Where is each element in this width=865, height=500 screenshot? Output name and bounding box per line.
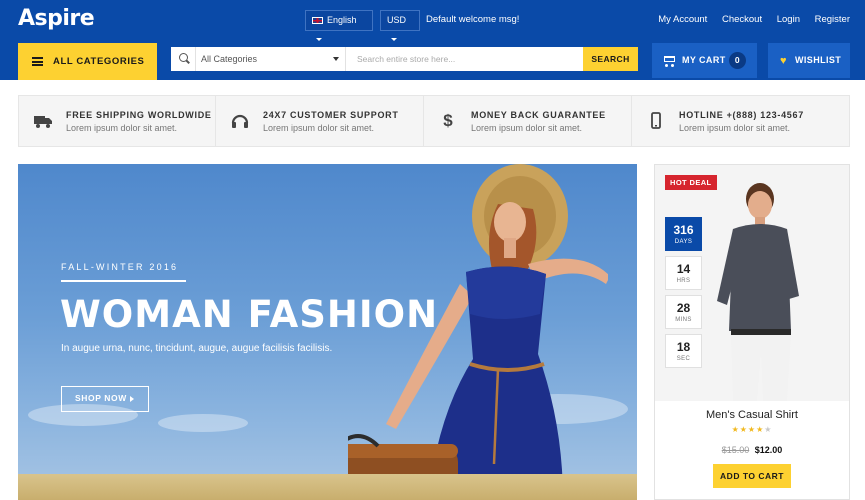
countdown-days: 316 DAYS	[665, 217, 702, 251]
hero-divider	[61, 280, 186, 282]
search-input[interactable]: Search entire store here...	[357, 47, 587, 71]
cart-count-badge: 0	[729, 52, 746, 69]
uk-flag-icon	[312, 17, 323, 25]
star-icon: ★	[739, 425, 748, 434]
feature-subtitle: Lorem ipsum dolor sit amet.	[471, 123, 583, 133]
chevron-down-icon	[391, 38, 397, 42]
old-price: $15.00	[721, 445, 750, 455]
wishlist-button[interactable]: ♥ WISHLIST	[768, 43, 850, 78]
welcome-message: Default welcome msg!	[426, 14, 520, 25]
countdown-label: SEC	[676, 356, 691, 362]
shop-now-button[interactable]: SHOP NOW	[61, 386, 149, 412]
new-price: $12.00	[754, 445, 783, 455]
product-rating: ★★★★★	[655, 425, 849, 434]
feature-subtitle: Lorem ipsum dolor sit amet.	[66, 123, 178, 133]
star-icon: ★	[747, 425, 757, 434]
search-bar: All Categories Search entire store here.…	[171, 47, 638, 71]
features-strip: FREE SHIPPING WORLDWIDE Lorem ipsum dolo…	[18, 95, 850, 147]
register-link[interactable]: Register	[815, 14, 850, 25]
logo[interactable]: Aspire	[18, 6, 95, 31]
countdown-value: 14	[676, 262, 691, 276]
chevron-right-icon	[130, 396, 134, 402]
my-account-link[interactable]: My Account	[658, 14, 707, 25]
site-header: Aspire English USD Default welcome msg! …	[0, 0, 865, 80]
feature-item: HOTLINE +(888) 123-4567 Lorem ipsum dolo…	[632, 96, 849, 146]
cloud-shape	[158, 414, 248, 432]
language-select[interactable]: English	[305, 10, 373, 42]
shop-now-label: SHOP NOW	[75, 393, 127, 403]
all-categories-label: ALL CATEGORIES	[53, 56, 145, 67]
truck-icon	[33, 111, 53, 131]
feature-subtitle: Lorem ipsum dolor sit amet.	[679, 123, 791, 133]
countdown-label: MINS	[675, 317, 692, 323]
feature-title: MONEY BACK GUARANTEE	[471, 110, 606, 120]
product-name[interactable]: Men's Casual Shirt	[655, 409, 849, 421]
countdown-minutes: 28 MINS	[665, 295, 702, 329]
wishlist-label: WISHLIST	[795, 55, 842, 65]
add-to-cart-button[interactable]: ADD TO CART	[713, 464, 791, 488]
language-label: English	[327, 15, 357, 25]
feature-title: HOTLINE +(888) 123-4567	[679, 110, 804, 120]
feature-item: $ MONEY BACK GUARANTEE Lorem ipsum dolor…	[424, 96, 632, 146]
feature-item: FREE SHIPPING WORLDWIDE Lorem ipsum dolo…	[19, 96, 216, 146]
feature-subtitle: Lorem ipsum dolor sit amet.	[263, 123, 375, 133]
search-category-select[interactable]: All Categories	[197, 47, 346, 71]
product-price: $15.00 $12.00	[655, 445, 849, 455]
cart-label: MY CART	[682, 55, 726, 65]
phone-icon	[646, 111, 666, 131]
hero-title: WOMAN FASHION	[60, 293, 439, 336]
chevron-down-icon	[333, 57, 339, 61]
checkout-link[interactable]: Checkout	[722, 14, 762, 25]
dollar-icon: $	[443, 111, 453, 130]
countdown-hours: 14 HRS	[665, 256, 702, 290]
feature-title: 24X7 CUSTOMER SUPPORT	[263, 110, 399, 120]
heart-icon: ♥	[780, 55, 787, 67]
countdown-label: DAYS	[674, 239, 693, 245]
menu-icon	[32, 57, 43, 66]
headset-icon	[230, 111, 250, 131]
star-icon: ★	[731, 425, 740, 434]
feature-item: 24X7 CUSTOMER SUPPORT Lorem ipsum dolor …	[216, 96, 424, 146]
search-button[interactable]: SEARCH	[583, 47, 638, 71]
search-icon	[171, 47, 196, 71]
currency-label: USD	[387, 15, 407, 25]
login-link[interactable]: Login	[777, 14, 800, 25]
countdown-value: 316	[673, 223, 694, 237]
search-category-label: All Categories	[201, 54, 258, 64]
star-icon: ★	[764, 425, 773, 434]
countdown-label: HRS	[676, 278, 691, 284]
top-links: My Account Checkout Login Register	[646, 14, 850, 25]
hero-banner: FALL-WINTER 2016 WOMAN FASHION In augue …	[18, 164, 637, 500]
countdown-value: 18	[676, 340, 691, 354]
countdown-seconds: 18 SEC	[665, 334, 702, 368]
product-model-image	[717, 183, 799, 401]
my-cart-button[interactable]: MY CART 0	[652, 43, 757, 78]
feature-title: FREE SHIPPING WORLDWIDE	[66, 110, 212, 120]
hot-deal-badge: HOT DEAL	[665, 175, 717, 190]
hot-deal-panel: HOT DEAL 316 DAYS 14 HRS 28 MINS 18 SEC …	[654, 164, 850, 500]
currency-select[interactable]: USD	[380, 10, 420, 42]
hero-subtitle: In augue urna, nunc, tincidunt, augue, a…	[61, 343, 333, 354]
cart-icon	[664, 56, 675, 67]
countdown-value: 28	[676, 301, 691, 315]
all-categories-button[interactable]: ALL CATEGORIES	[18, 43, 157, 80]
hero-kicker: FALL-WINTER 2016	[61, 262, 179, 272]
chevron-down-icon	[316, 38, 322, 42]
wheat-field	[18, 474, 637, 500]
